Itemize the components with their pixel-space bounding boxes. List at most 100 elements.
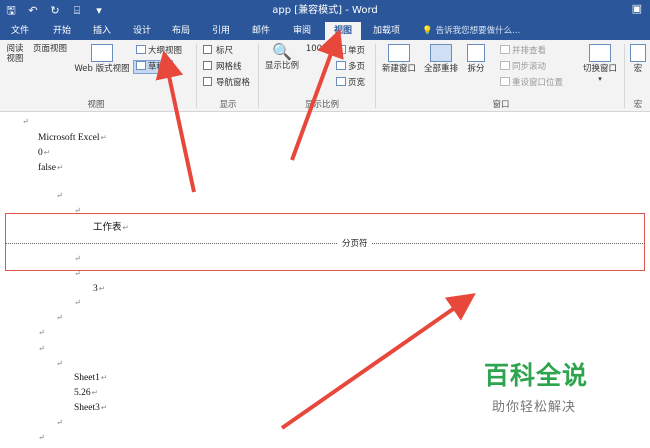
- arrange-all-label: 全部重排: [423, 64, 458, 74]
- paragraph-mark: ↵: [38, 344, 45, 353]
- multi-page-button[interactable]: 多页: [336, 61, 365, 73]
- doc-line: 3↵: [93, 284, 106, 294]
- paragraph-mark: ↵: [56, 359, 63, 368]
- reset-pos-button[interactable]: 重设窗口位置: [500, 77, 563, 89]
- tab-home[interactable]: 开始: [48, 22, 76, 40]
- reset-pos-icon: [500, 77, 510, 86]
- multi-page-label: 多页: [348, 62, 366, 72]
- macros-icon: [630, 44, 646, 62]
- split-label: 拆分: [467, 64, 485, 74]
- web-layout-button[interactable]: Web 版式视图: [72, 44, 132, 74]
- side-by-side-button[interactable]: 并排查看: [500, 45, 546, 57]
- tab-mailings[interactable]: 邮件: [247, 22, 275, 40]
- doc-line: Sheet3↵: [74, 403, 108, 413]
- draft-icon: [136, 61, 146, 70]
- doc-line: Sheet1↵: [74, 373, 108, 383]
- outline-icon: [136, 45, 146, 54]
- group-separator: [624, 44, 625, 108]
- new-window-button[interactable]: 新建窗口: [379, 44, 419, 74]
- paragraph-mark: ↵: [74, 298, 81, 307]
- web-layout-label: Web 版式视图: [74, 64, 130, 74]
- page-width-icon: [336, 77, 346, 86]
- outline-label: 大纲视图: [148, 46, 183, 56]
- new-window-icon: [388, 44, 410, 62]
- gridlines-check-icon: [203, 61, 212, 70]
- switch-windows-button[interactable]: 切换窗口 ▾: [580, 44, 620, 84]
- tab-view[interactable]: 视图: [325, 22, 361, 40]
- paragraph-mark: ↵: [74, 269, 81, 278]
- doc-line: 工作表↵: [93, 223, 129, 233]
- sync-scroll-label: 同步滚动: [512, 62, 547, 72]
- multi-page-icon: [336, 61, 346, 70]
- ruler-check-icon: [203, 45, 212, 54]
- page-break-line: [5, 243, 645, 244]
- group-separator: [375, 44, 376, 108]
- show-group-label: 显示: [219, 100, 237, 110]
- group-separator: [258, 44, 259, 108]
- tab-review[interactable]: 审阅: [288, 22, 316, 40]
- read-mode-button[interactable]: 阅读 视图: [4, 44, 26, 177]
- tab-file[interactable]: 文件: [6, 22, 34, 40]
- switch-windows-icon: [589, 44, 611, 62]
- nav-pane-check-icon: [203, 77, 212, 86]
- tab-insert[interactable]: 插入: [88, 22, 116, 40]
- arrange-all-button[interactable]: 全部重排: [420, 44, 462, 74]
- tab-design[interactable]: 设计: [128, 22, 156, 40]
- tell-me-box[interactable]: 💡 告诉我您想要做什么...: [422, 22, 520, 40]
- watermark-title: 百科全说: [484, 361, 589, 390]
- zoom-label: 显示比例: [264, 61, 299, 71]
- gridlines-checkbox[interactable]: 网格线: [203, 61, 242, 73]
- tab-references[interactable]: 引用: [207, 22, 235, 40]
- ruler-label: 标尺: [216, 46, 234, 56]
- outline-button[interactable]: 大纲视图: [136, 45, 182, 57]
- ribbon-tabs: 文件 开始 插入 设计 布局 引用 邮件 审阅 视图 加载项 💡 告诉我您想要做什…: [0, 22, 650, 40]
- magnifier-icon: 🔍: [272, 42, 292, 61]
- print-layout-label: 页面视图: [32, 44, 67, 54]
- ruler-checkbox[interactable]: 标尺: [203, 45, 233, 57]
- side-by-side-label: 并排查看: [512, 46, 547, 56]
- read-mode-label: 阅读 视图: [6, 44, 24, 64]
- split-button[interactable]: 拆分: [464, 44, 488, 74]
- switch-windows-label: 切换窗口: [582, 64, 617, 74]
- side-by-side-icon: [500, 45, 510, 54]
- window-group-label: 窗口: [492, 100, 510, 110]
- paragraph-mark: ↵: [56, 191, 63, 200]
- macros-group-label: 宏: [633, 100, 643, 110]
- paragraph-mark: ↵: [38, 433, 45, 442]
- paragraph-mark: ↵: [56, 418, 63, 427]
- dropdown-arrow-icon: ▾: [598, 75, 602, 83]
- page-width-button[interactable]: 页宽: [336, 77, 365, 89]
- sync-scroll-icon: [500, 61, 510, 70]
- nav-pane-label: 导航窗格: [216, 78, 251, 88]
- ribbon-display-options-icon[interactable]: ▣: [632, 2, 642, 15]
- macros-label: 宏: [633, 64, 643, 74]
- print-layout-button[interactable]: 页面视图: [32, 44, 68, 177]
- tab-layout[interactable]: 布局: [167, 22, 195, 40]
- zoom-100-button[interactable]: 100%: [304, 44, 332, 175]
- zoom-button[interactable]: 🔍 显示比例: [262, 42, 302, 72]
- arrange-all-icon: [430, 44, 452, 62]
- sync-scroll-button[interactable]: 同步滚动: [500, 61, 546, 73]
- new-window-label: 新建窗口: [381, 64, 416, 74]
- watermark-subtitle: 助你轻松解决: [492, 400, 577, 415]
- draft-label: 草稿: [148, 62, 166, 72]
- doc-line: Microsoft Excel↵: [38, 133, 107, 143]
- page-break-label: 分页符: [338, 237, 372, 249]
- gridlines-label: 网格线: [216, 62, 242, 72]
- draft-button[interactable]: 草稿: [136, 61, 165, 73]
- paragraph-mark: ↵: [56, 313, 63, 322]
- nav-pane-checkbox[interactable]: 导航窗格: [203, 77, 250, 89]
- zoom-group-label: 显示比例: [304, 100, 339, 110]
- one-page-button[interactable]: 单页: [336, 45, 365, 57]
- tab-addins[interactable]: 加载项: [368, 22, 405, 40]
- paragraph-mark: ↵: [38, 328, 45, 337]
- one-page-label: 单页: [348, 46, 366, 56]
- views-group-label: 视图: [87, 100, 105, 110]
- paragraph-mark: ↵: [22, 117, 29, 126]
- macros-button[interactable]: 宏: [628, 44, 648, 74]
- window-title: app [兼容模式] - Word: [272, 5, 378, 16]
- web-layout-icon: [91, 44, 113, 62]
- page-width-label: 页宽: [348, 78, 366, 88]
- paragraph-mark: ↵: [74, 254, 81, 263]
- doc-line: 0↵: [38, 148, 51, 158]
